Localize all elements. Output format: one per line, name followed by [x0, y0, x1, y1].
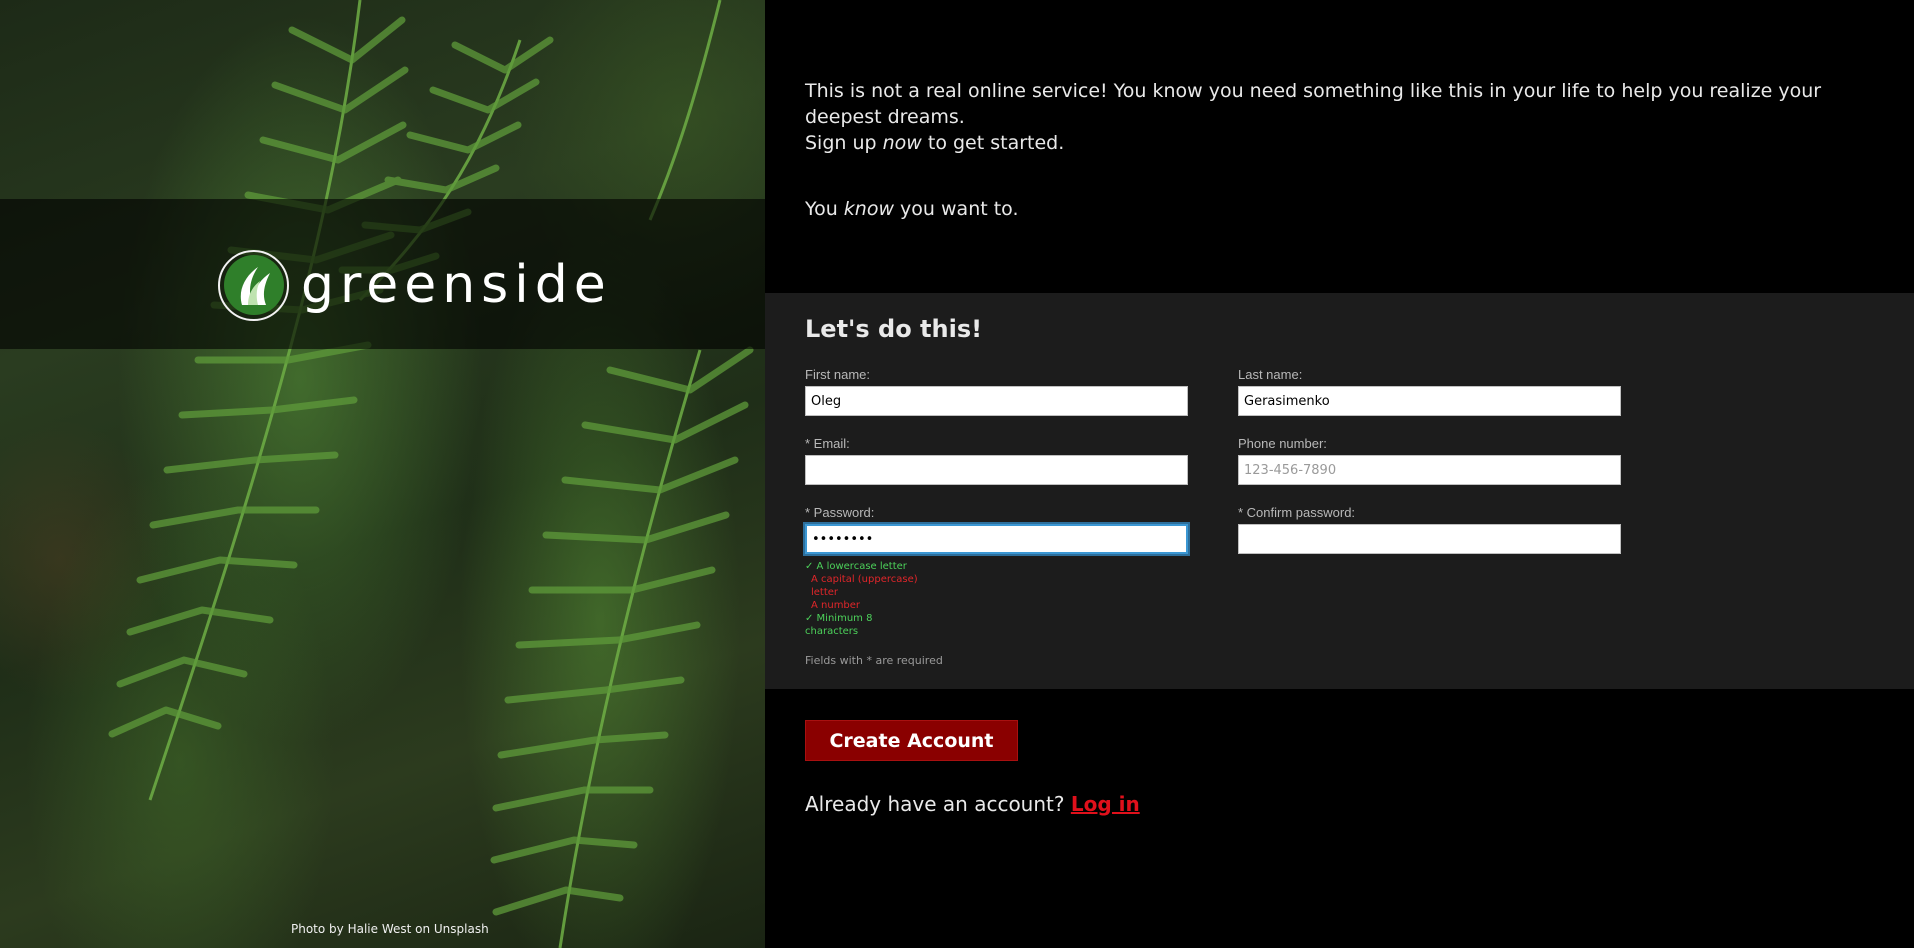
- last-name-input[interactable]: [1238, 386, 1621, 416]
- intro-line-1: This is not a real online service! You k…: [805, 80, 1822, 128]
- last-name-group: Last name:: [1238, 367, 1621, 416]
- email-input[interactable]: [805, 455, 1188, 485]
- confirm-password-group: * Confirm password:: [1238, 505, 1621, 554]
- confirm-password-label: * Confirm password:: [1238, 505, 1356, 520]
- login-prompt: Already have an account? Log in: [805, 792, 1140, 816]
- password-input[interactable]: [805, 524, 1188, 554]
- rule-uppercase: A capital (uppercase) letter: [811, 574, 918, 598]
- greenside-logo-icon: [218, 249, 289, 321]
- password-label: * Password:: [805, 505, 875, 520]
- fern-photo-illustration: [108, 0, 754, 948]
- rule-number: A number: [811, 600, 861, 611]
- photo-credit: Photo by Halie West on Unsplash: [291, 922, 489, 936]
- login-prompt-text: Already have an account?: [805, 792, 1071, 816]
- rule-min-length: ✓ Minimum 8 characters: [805, 613, 873, 637]
- password-rules: ✓ A lowercase letter A capital (uppercas…: [805, 560, 925, 638]
- email-group: * Email:: [805, 436, 1188, 485]
- form-title: Let's do this!: [805, 315, 983, 343]
- first-name-label: First name:: [805, 367, 871, 382]
- phone-group: Phone number:: [1238, 436, 1621, 485]
- logo: greenside: [218, 248, 612, 322]
- rule-lowercase: ✓ A lowercase letter: [805, 561, 907, 572]
- background-photo: greenside Photo by Halie West on Unsplas…: [0, 0, 765, 948]
- email-label: * Email:: [805, 436, 850, 451]
- tagline: You know you want to.: [805, 198, 1019, 220]
- login-link[interactable]: Log in: [1071, 792, 1140, 816]
- password-group: * Password:: [805, 505, 1188, 554]
- create-account-button[interactable]: Create Account: [805, 720, 1018, 761]
- intro-line-2: Sign up now to get started.: [805, 132, 1065, 154]
- signup-form: Let's do this! First name: Last name: * …: [765, 293, 1914, 689]
- phone-label: Phone number:: [1238, 436, 1327, 451]
- first-name-input[interactable]: [805, 386, 1188, 416]
- first-name-group: First name:: [805, 367, 1188, 416]
- brand-name: greenside: [301, 255, 612, 315]
- last-name-label: Last name:: [1238, 367, 1303, 382]
- phone-input[interactable]: [1238, 455, 1621, 485]
- intro-text: This is not a real online service! You k…: [805, 78, 1885, 222]
- required-note: Fields with * are required: [805, 654, 943, 667]
- confirm-password-input[interactable]: [1238, 524, 1621, 554]
